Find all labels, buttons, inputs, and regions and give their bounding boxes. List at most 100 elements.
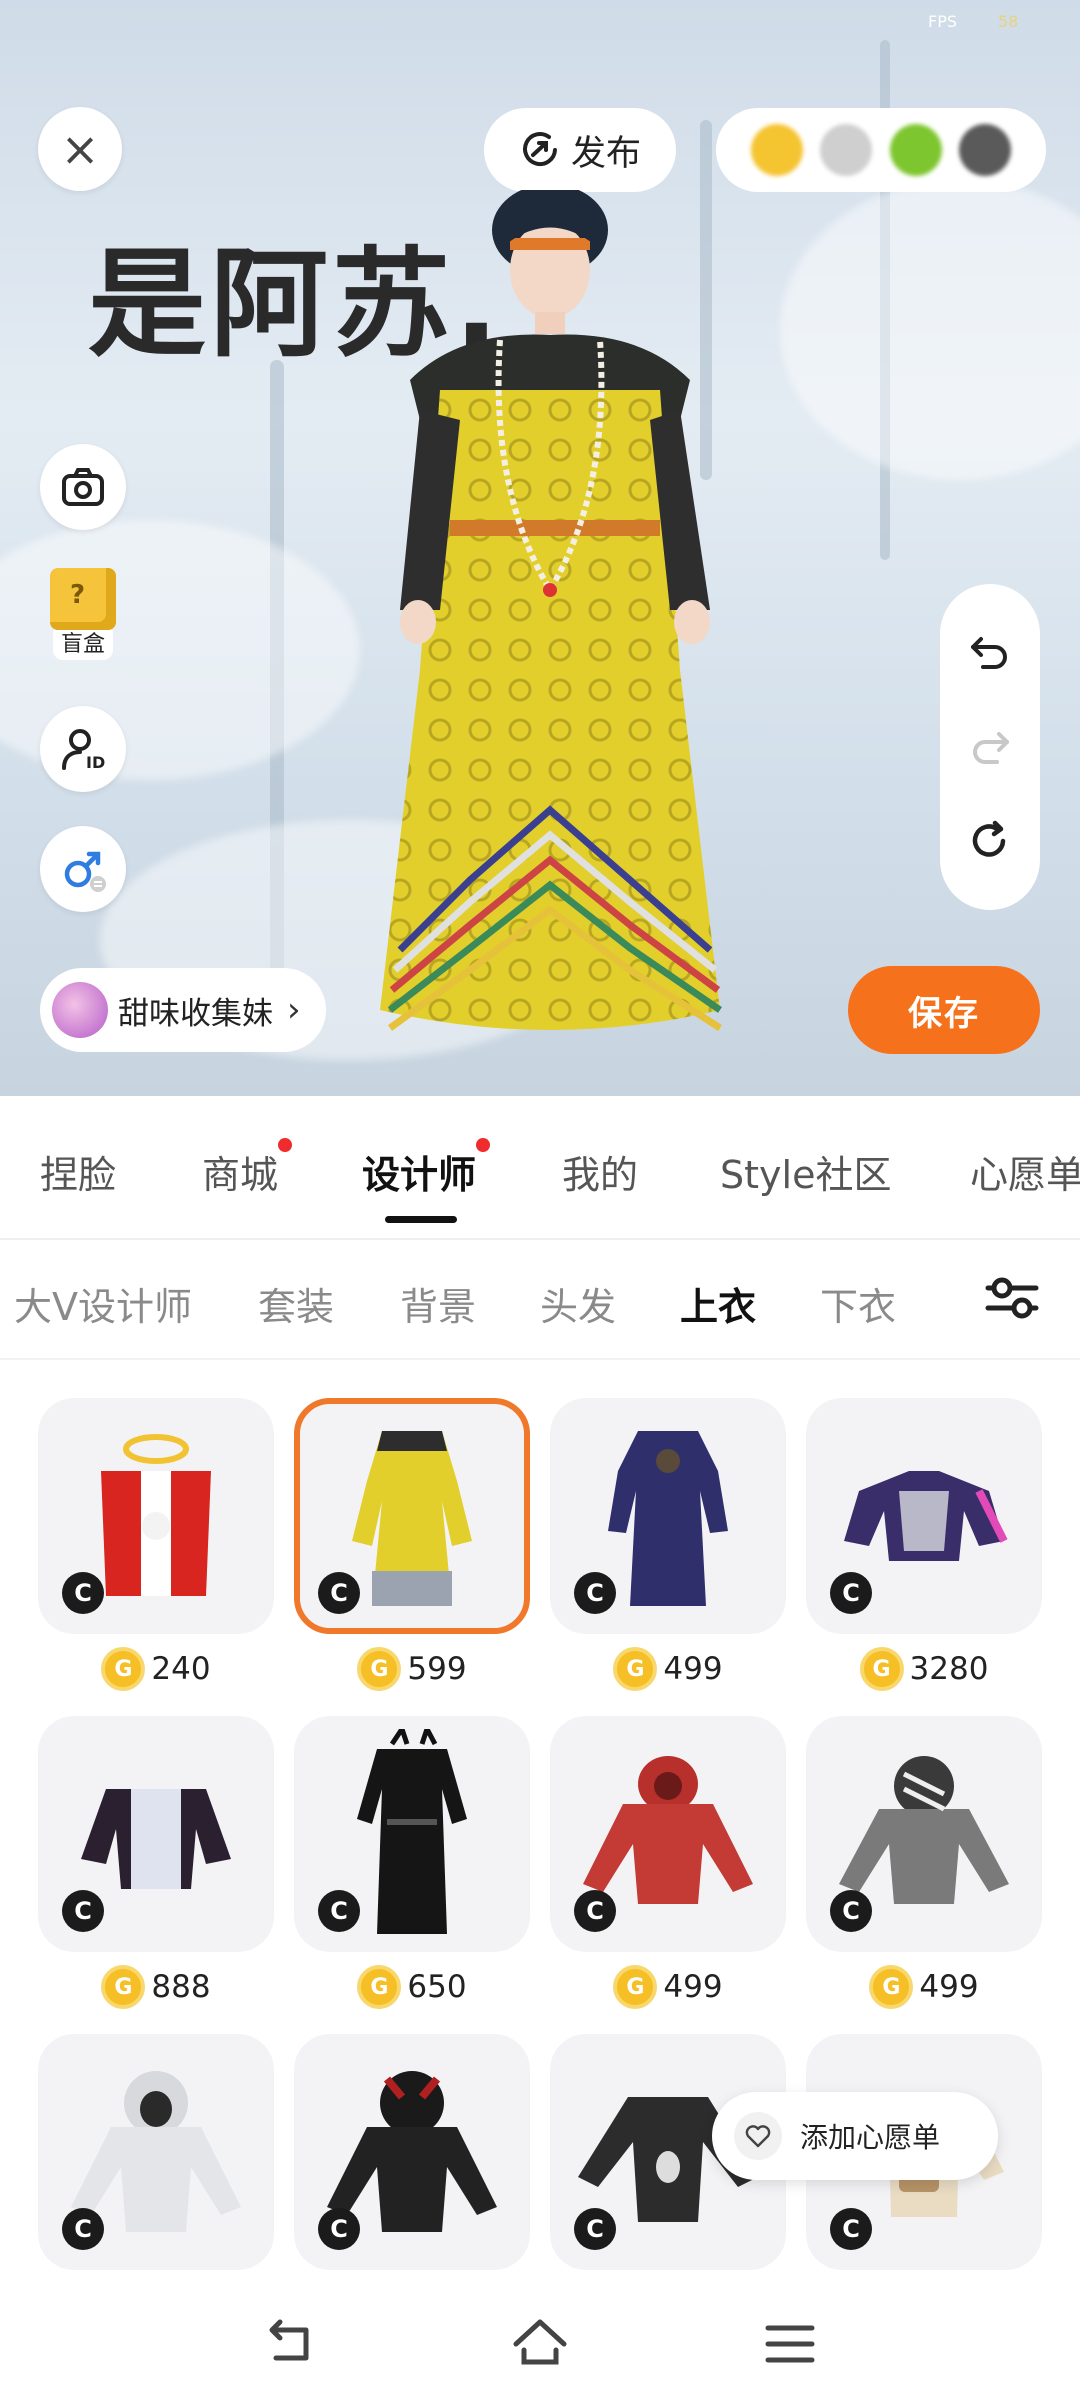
- item-card[interactable]: C G 499: [806, 1716, 1042, 2012]
- category-bottoms[interactable]: 下衣: [820, 1276, 896, 1331]
- tab-label: Style社区: [720, 1153, 892, 1197]
- item-price: G 240: [38, 1644, 274, 1694]
- color-swatch[interactable]: [820, 124, 873, 176]
- notification-dot: [278, 1138, 293, 1152]
- avatar-stage[interactable]: FPS 58 × 发布 是阿苏. 盲盒 ID: [0, 0, 1080, 1096]
- category-outfit-set[interactable]: 套装: [258, 1276, 334, 1331]
- price-value: 888: [151, 1969, 211, 2005]
- heart-icon: [734, 2112, 782, 2160]
- creator-badge: C: [574, 2208, 616, 2250]
- price-value: 240: [151, 1651, 211, 1687]
- category-background[interactable]: 背景: [400, 1276, 476, 1331]
- save-button[interactable]: 保存: [848, 966, 1040, 1054]
- red-cape-image: [101, 1434, 211, 1596]
- background-mist: [780, 180, 1080, 480]
- category-big-v-designer[interactable]: 大V设计师: [14, 1276, 192, 1331]
- avatar-character[interactable]: [380, 190, 760, 1040]
- item-thumbnail[interactable]: C: [806, 1398, 1042, 1634]
- notification-dot: [476, 1138, 491, 1152]
- item-thumbnail[interactable]: C: [38, 2034, 274, 2270]
- item-thumbnail[interactable]: C: [294, 1716, 530, 1952]
- item-price: G 599: [294, 1644, 530, 1694]
- item-price: G 499: [806, 1962, 1042, 2012]
- camera-button[interactable]: [40, 444, 126, 530]
- creator-badge: C: [574, 1572, 616, 1614]
- tab-mine[interactable]: 我的: [562, 1144, 638, 1199]
- tab-designer[interactable]: 设计师: [362, 1138, 491, 1199]
- add-to-wishlist-popup[interactable]: 添加心愿单: [712, 2092, 998, 2180]
- item-thumbnail[interactable]: C: [550, 1398, 786, 1634]
- zebra-hoodie-image: [839, 1756, 1009, 1904]
- item-card-selected[interactable]: C G 599: [294, 1398, 530, 1694]
- price-value: 499: [663, 1969, 723, 2005]
- item-card[interactable]: C G 499: [550, 1398, 786, 1694]
- creator-badge: C: [62, 1572, 104, 1614]
- item-price: G 650: [294, 1962, 530, 2012]
- reset-icon[interactable]: [967, 819, 1013, 865]
- color-swatch[interactable]: [889, 124, 942, 176]
- item-card[interactable]: C G 3280: [806, 1398, 1042, 1694]
- tab-face[interactable]: 捏脸: [40, 1144, 116, 1199]
- item-thumbnail[interactable]: C: [550, 1716, 786, 1952]
- navy-robe-image: [608, 1431, 728, 1606]
- category-tops[interactable]: 上衣: [680, 1276, 756, 1331]
- active-tab-indicator: [385, 1216, 457, 1223]
- home-icon[interactable]: [510, 2314, 570, 2374]
- item-card[interactable]: C G 888: [38, 1716, 274, 2012]
- mech-armor-image: [844, 1471, 1008, 1561]
- item-card[interactable]: C G 650: [294, 1716, 530, 2012]
- publish-icon: [523, 132, 557, 167]
- history-toolbar: [940, 584, 1040, 910]
- item-thumbnail[interactable]: C: [294, 1398, 530, 1634]
- item-card[interactable]: C: [294, 2034, 530, 2270]
- tab-style-community[interactable]: Style社区: [720, 1144, 891, 1199]
- creator-name: 甜味收集妹: [118, 995, 273, 1032]
- item-card[interactable]: C: [38, 2034, 274, 2270]
- color-swatch[interactable]: [959, 124, 1012, 176]
- item-thumbnail[interactable]: C: [38, 1398, 274, 1634]
- item-card[interactable]: C G 499: [550, 1716, 786, 2012]
- creator-badge: C: [318, 2208, 360, 2250]
- filter-icon[interactable]: [980, 1266, 1044, 1330]
- item-price: G 499: [550, 1962, 786, 2012]
- coin-icon: G: [613, 1965, 658, 2009]
- coin-icon: G: [869, 1965, 914, 2009]
- item-thumbnail[interactable]: C: [294, 2034, 530, 2270]
- item-price: G 3280: [806, 1644, 1042, 1694]
- coin-icon: G: [859, 1647, 904, 1691]
- tab-label: 设计师: [362, 1153, 477, 1197]
- item-thumbnail[interactable]: C: [38, 1716, 274, 1952]
- publish-button[interactable]: 发布: [484, 108, 676, 192]
- color-swatch-bar[interactable]: [716, 108, 1046, 192]
- fps-label: FPS: [928, 12, 958, 31]
- avatar-id-button[interactable]: ID: [40, 706, 126, 792]
- item-price: G 888: [38, 1962, 274, 2012]
- svg-text:ID: ID: [86, 753, 105, 772]
- color-swatch[interactable]: [750, 124, 803, 176]
- coin-icon: G: [101, 1965, 146, 2009]
- main-tab-bar: 捏脸 商城 设计师 我的 Style社区 心愿单: [0, 1096, 1080, 1240]
- item-card[interactable]: C G 240: [38, 1398, 274, 1694]
- blindbox-icon: [50, 568, 116, 630]
- tab-wishlist[interactable]: 心愿单: [970, 1144, 1080, 1199]
- creator-avatar: [52, 982, 108, 1038]
- category-hair[interactable]: 头发: [540, 1276, 616, 1331]
- chevron-right-icon: ›: [287, 990, 301, 1030]
- item-thumbnail[interactable]: C: [806, 1716, 1042, 1952]
- gender-switch-button[interactable]: [40, 826, 126, 912]
- back-icon[interactable]: [260, 2314, 320, 2374]
- close-button[interactable]: ×: [38, 107, 122, 191]
- blindbox-button[interactable]: 盲盒: [40, 568, 126, 668]
- creator-badge: C: [830, 1572, 872, 1614]
- menu-icon[interactable]: [760, 2314, 820, 2374]
- holo-jacket-image: [81, 1789, 231, 1889]
- tab-shop[interactable]: 商城: [202, 1138, 293, 1199]
- tab-label: 捏脸: [40, 1153, 117, 1197]
- creator-link[interactable]: 甜味收集妹 ›: [40, 968, 326, 1052]
- creator-badge: C: [62, 1890, 104, 1932]
- dragon-robe-image: [352, 1431, 472, 1606]
- redo-icon[interactable]: [967, 724, 1013, 770]
- category-tab-bar: 大V设计师 套装 背景 头发 上衣 下衣: [0, 1240, 1080, 1360]
- undo-icon[interactable]: [967, 629, 1013, 675]
- creator-badge: C: [318, 1890, 360, 1932]
